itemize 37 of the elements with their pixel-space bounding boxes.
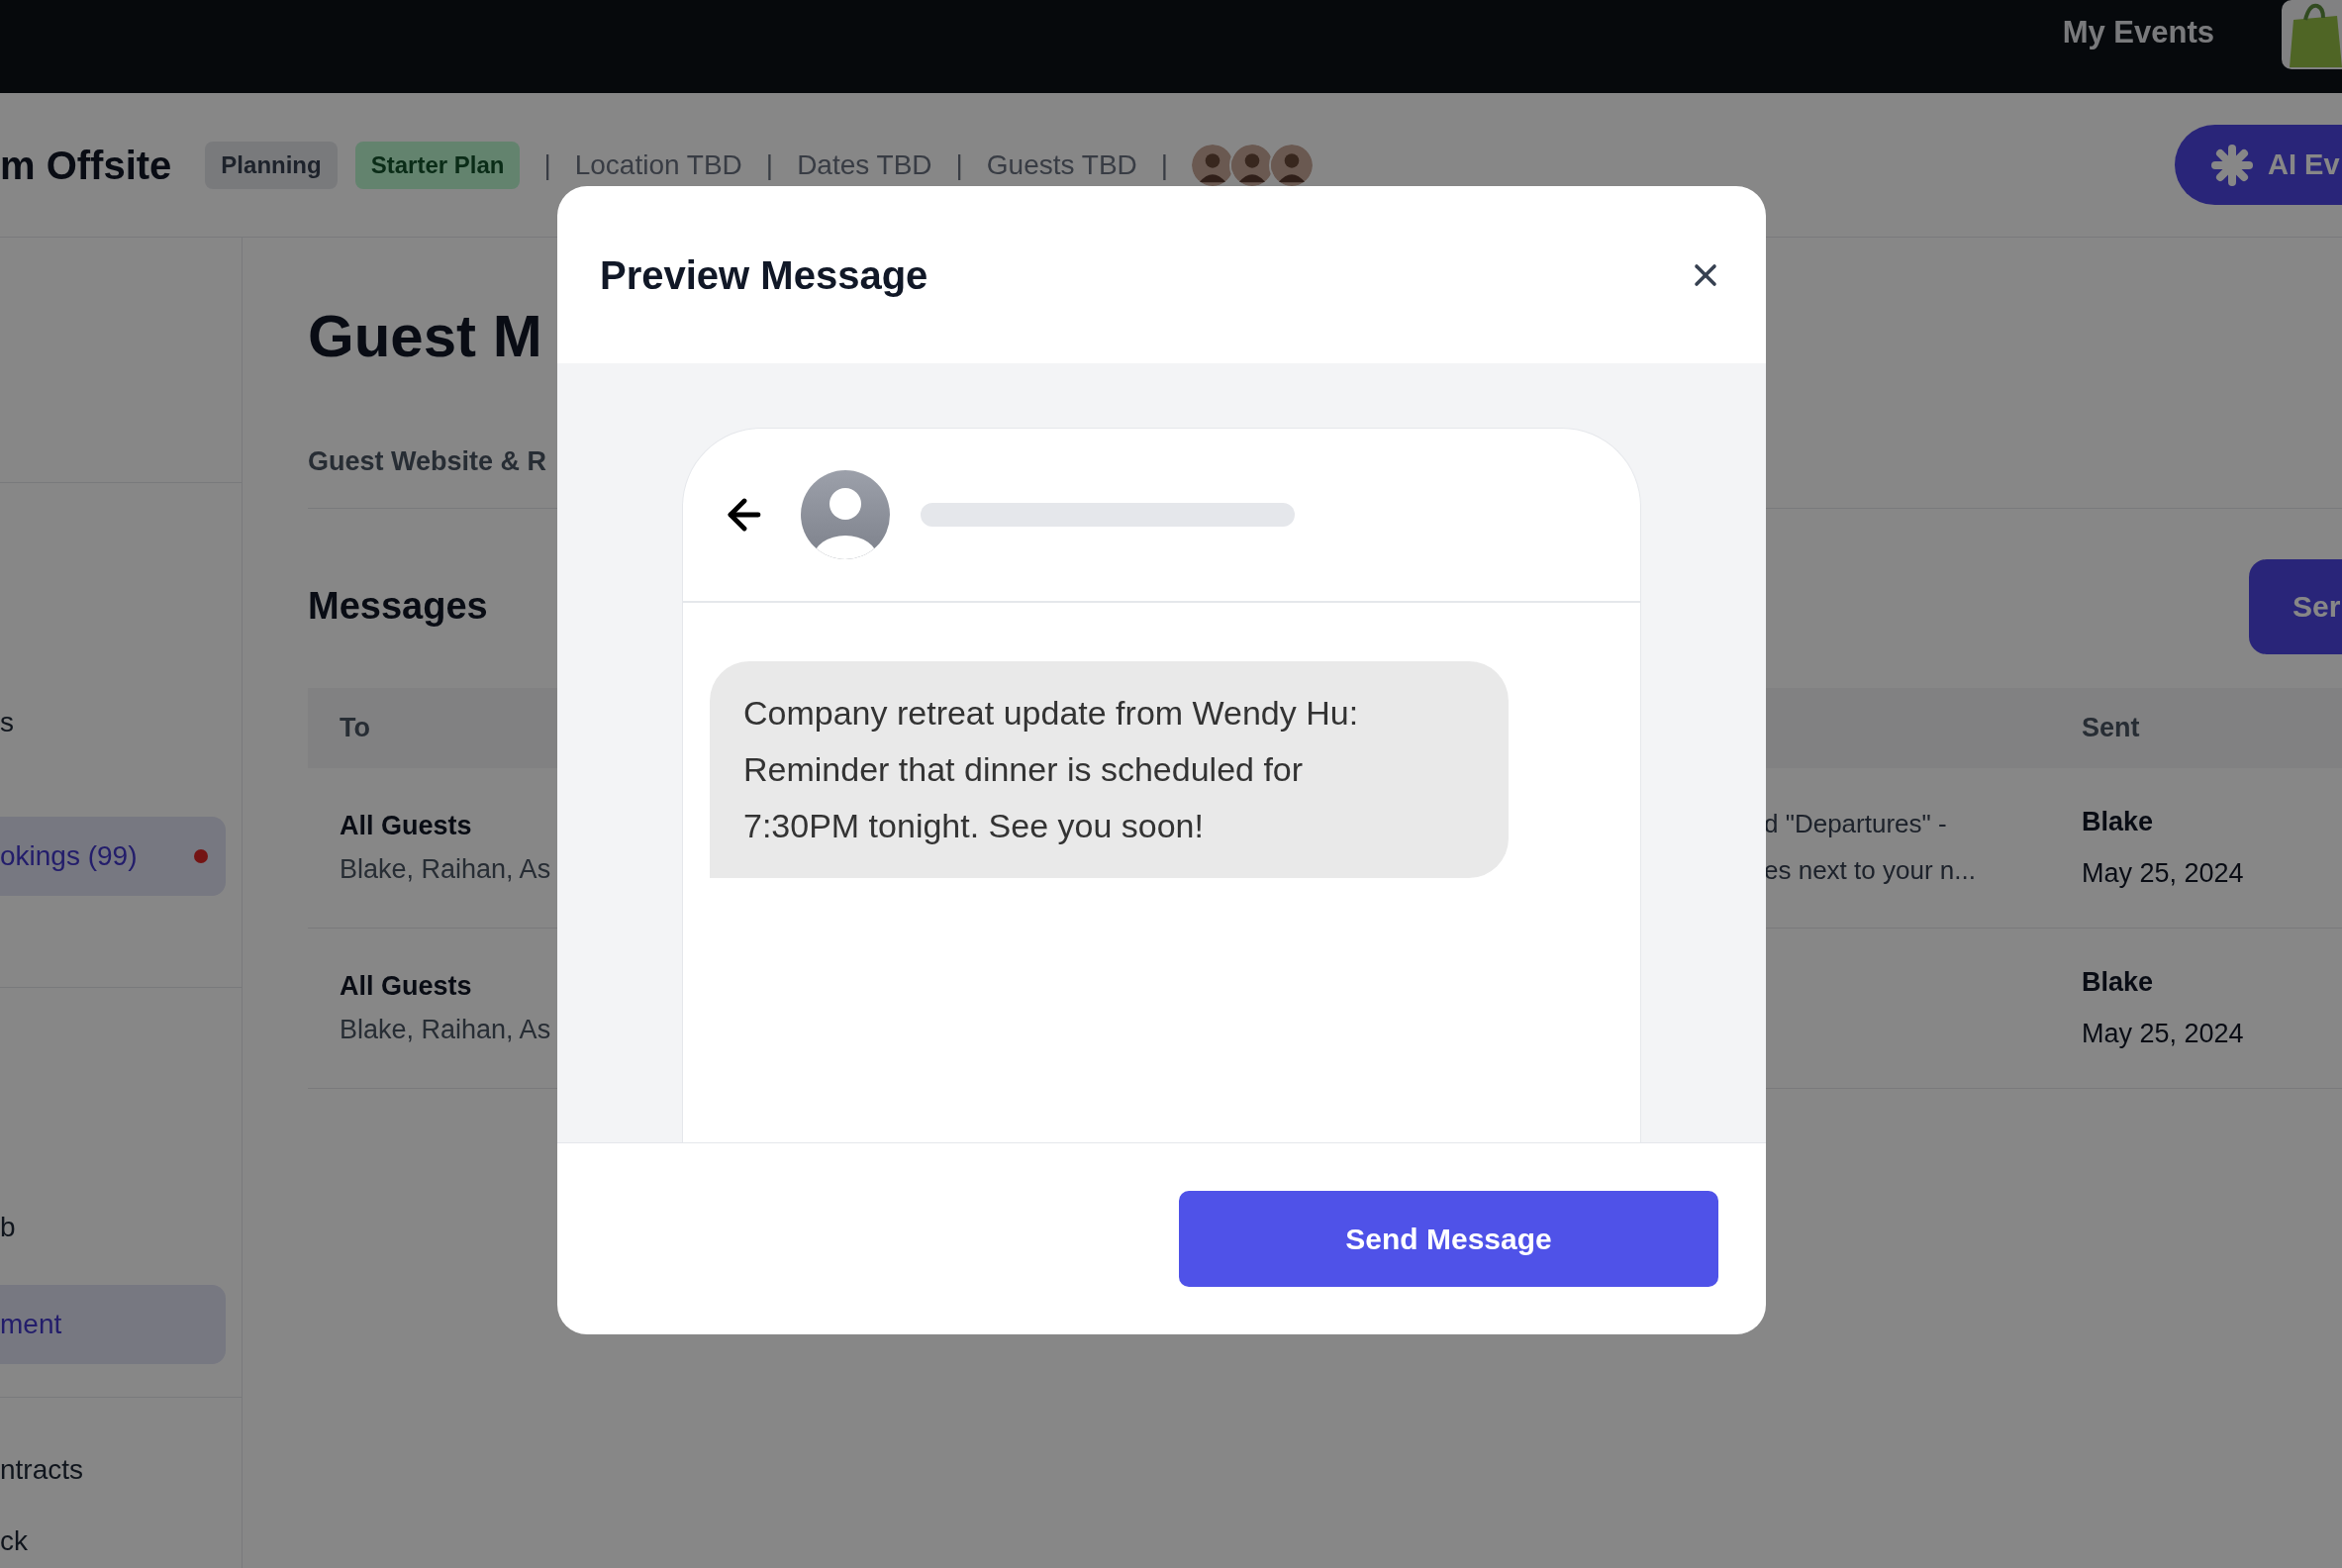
separator: | [543,147,551,182]
separator: | [1160,147,1169,182]
section-title: Messages [308,584,488,629]
table-cell-text: Blake [2082,965,2155,999]
sidebar-item[interactable]: b [0,1188,226,1267]
event-detail[interactable]: Location TBD [574,144,742,186]
separator: | [955,147,963,182]
table-cell-text: All Guests [340,969,472,1003]
separator: | [765,147,774,182]
column-header: Sent [2082,711,2140,744]
table-cell-text: May 25, 2024 [2082,857,2244,890]
page-heading: Guest M [308,302,543,371]
shopping-bag-icon[interactable] [2282,0,2342,69]
asterisk-icon [2210,143,2254,187]
column-header: To [340,711,370,744]
event-detail[interactable]: Dates TBD [797,144,932,186]
table-cell-text: May 25, 2024 [2082,1018,2244,1050]
message-bubble: Company retreat update from Wendy Hu: Reminder that dinner is scheduled for 7:30PM tonight. See you soon! [710,661,1509,878]
nav-link[interactable]: My Events [2062,10,2214,56]
sidebar-item[interactable]: okings (99) [0,817,226,896]
status-badge: Starter Plan [354,141,521,189]
status-badge: Planning [205,141,338,189]
table-cell-text: Blake, Raihan, As [340,1014,551,1046]
send-message-button[interactable]: Send Message [1179,1191,1718,1287]
sidebar-item[interactable]: ment [0,1285,226,1364]
event-detail[interactable]: Guests TBD [986,144,1137,186]
message-preview: es next to your n... [1764,854,1977,887]
sidebar-item[interactable]: s [0,683,226,762]
send-button[interactable]: Ser [2249,558,2342,654]
table-cell-text: All Guests [340,809,472,842]
table-cell-text: Blake [2082,805,2155,838]
ai-button[interactable]: AI Ev [2175,125,2342,205]
page-tab[interactable]: Guest Website & R [308,446,547,476]
event-title: m Offsite [0,142,172,189]
table-cell-text: Blake, Raihan, As [340,853,551,886]
dialog-title: Preview Message [600,251,928,299]
avatar-icon [801,470,890,559]
